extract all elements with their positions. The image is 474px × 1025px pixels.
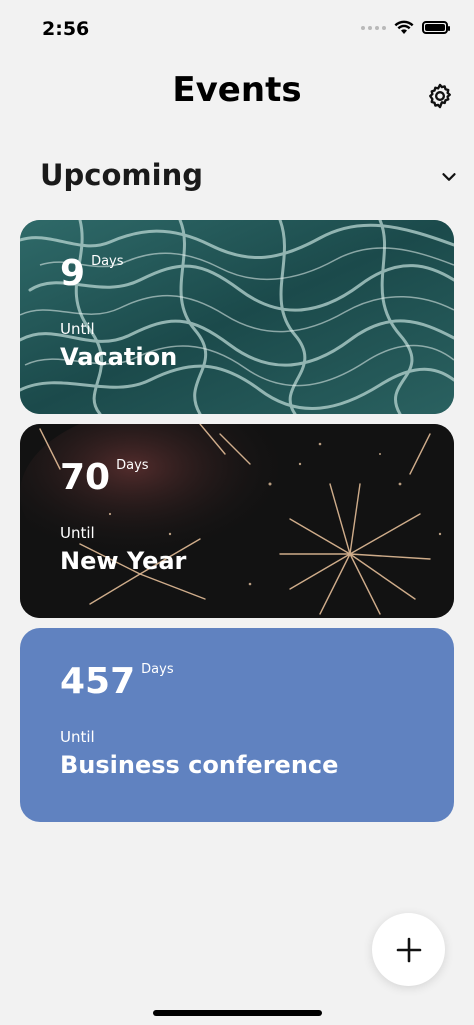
page-title: Events xyxy=(172,70,302,110)
days-unit: Days xyxy=(141,662,174,677)
water-background-image xyxy=(20,220,454,414)
event-name: New Year xyxy=(60,547,187,575)
gear-icon xyxy=(429,83,451,109)
days-count: 9 Days xyxy=(60,253,124,294)
event-card-business-conference[interactable]: 457 Days Until Business conference xyxy=(20,628,454,822)
signal-icon xyxy=(361,25,386,30)
battery-icon xyxy=(422,21,450,34)
fireworks-background-image xyxy=(20,424,454,618)
days-number: 9 xyxy=(60,253,86,294)
add-event-button[interactable] xyxy=(372,913,445,986)
plus-icon xyxy=(396,937,421,962)
days-unit: Days xyxy=(91,254,124,269)
days-count: 70 Days xyxy=(60,457,149,498)
wifi-icon xyxy=(394,20,414,34)
days-number: 457 xyxy=(60,661,136,702)
event-name: Business conference xyxy=(60,751,339,779)
settings-button[interactable] xyxy=(424,80,456,112)
status-time: 2:56 xyxy=(42,18,90,40)
days-number: 70 xyxy=(60,457,111,498)
until-label: Until xyxy=(60,524,95,542)
event-card-new-year[interactable]: 70 Days Until New Year xyxy=(20,424,454,618)
status-icons xyxy=(361,20,450,35)
event-name: Vacation xyxy=(60,343,178,371)
home-indicator xyxy=(153,1010,322,1016)
days-unit: Days xyxy=(116,458,149,473)
days-count: 457 Days xyxy=(60,661,174,702)
status-bar: 2:56 xyxy=(0,0,474,60)
upcoming-section-header[interactable]: Upcoming xyxy=(40,158,460,198)
section-title: Upcoming xyxy=(40,158,203,192)
event-card-vacation[interactable]: 9 Days Until Vacation xyxy=(20,220,454,414)
until-label: Until xyxy=(60,320,95,338)
until-label: Until xyxy=(60,728,95,746)
chevron-down-icon[interactable] xyxy=(438,166,460,188)
